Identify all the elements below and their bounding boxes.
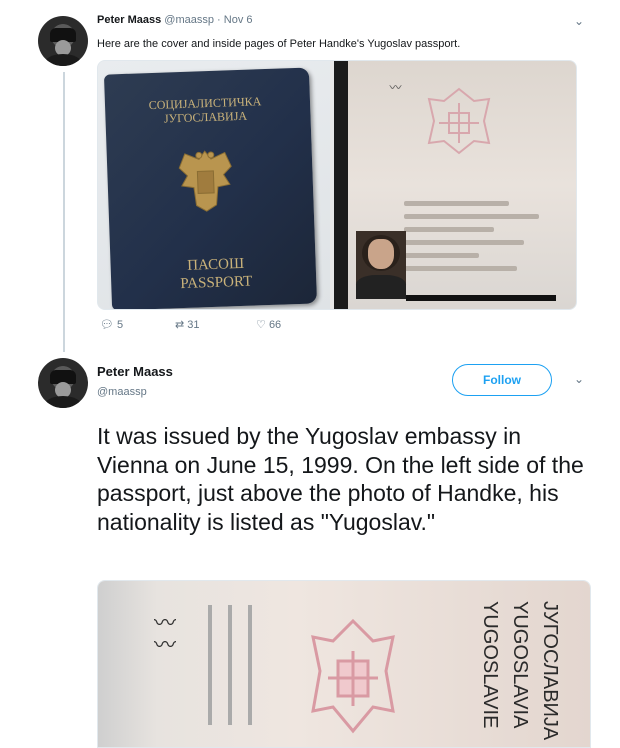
like-action[interactable]: ♡ 66 bbox=[256, 318, 281, 331]
author-handle[interactable]: @maassp bbox=[164, 14, 214, 26]
author-handle[interactable]: @maassp bbox=[97, 386, 147, 398]
tweet-media[interactable]: СОЦИЈАЛИСТИЧКА ЈУГОСЛАВИЈА ПАСОШ PASSPOR… bbox=[97, 60, 577, 310]
follow-button[interactable]: Follow bbox=[452, 364, 552, 396]
retweet-count: 31 bbox=[187, 319, 200, 331]
tweet-text: It was issued by the Yugoslav embassy in… bbox=[97, 423, 584, 535]
avatar-body bbox=[44, 396, 82, 408]
signature: 〰〰 bbox=[150, 611, 175, 655]
heart-icon: ♡ bbox=[256, 319, 266, 331]
chevron-down-icon[interactable]: ⌄ bbox=[574, 14, 584, 28]
tweet-media[interactable]: 〰〰 ЈУГОСЛАВИЈА YUGOSLAVIA YUGOSLAVIE bbox=[97, 580, 591, 748]
reply-count: 5 bbox=[117, 319, 124, 331]
like-count: 66 bbox=[268, 319, 282, 331]
author-name[interactable]: Peter Maass bbox=[97, 14, 161, 26]
passport-photo bbox=[356, 231, 406, 299]
country-name-cyrillic: ЈУГОСЛАВИЈА bbox=[539, 601, 561, 741]
passport-inside-image[interactable]: 〰 bbox=[334, 61, 576, 309]
seal-watermark-icon bbox=[427, 87, 491, 155]
chevron-down-icon[interactable]: ⌄ bbox=[574, 372, 584, 386]
passport-cover: СОЦИЈАЛИСТИЧКА ЈУГОСЛАВИЈА ПАСОШ PASSPOR… bbox=[103, 67, 318, 309]
seal-watermark-icon bbox=[311, 618, 395, 734]
reply-icon: 💬︎ bbox=[100, 319, 114, 331]
avatar[interactable] bbox=[38, 16, 88, 66]
tweet-header: Peter Maass @maassp · Nov 6 bbox=[97, 14, 253, 26]
country-name-french: YUGOSLAVIE bbox=[479, 601, 501, 729]
retweet-action[interactable]: ⇄ 31 bbox=[175, 318, 200, 331]
signature: 〰 bbox=[388, 81, 402, 93]
avatar-body bbox=[44, 54, 82, 66]
passport-cover-image[interactable]: СОЦИЈАЛИСТИЧКА ЈУГОСЛАВИЈА ПАСОШ PASSPOR… bbox=[98, 61, 330, 309]
country-name-latin: YUGOSLAVIA bbox=[509, 601, 531, 729]
retweet-icon: ⇄ bbox=[175, 319, 185, 331]
passport-data-rows bbox=[404, 201, 554, 291]
thread-line bbox=[63, 72, 65, 352]
author-name[interactable]: Peter Maass bbox=[97, 364, 173, 379]
redaction-bar bbox=[406, 295, 556, 301]
cover-passport-text: PASSPORT bbox=[180, 273, 253, 293]
reply-action[interactable]: 💬︎ 5 bbox=[100, 318, 123, 331]
passport-spine bbox=[334, 61, 348, 309]
cover-top-text: СОЦИЈАЛИСТИЧКА ЈУГОСЛАВИЈА bbox=[148, 94, 262, 126]
cover-bottom-text: ПАСОШ PASSPORT bbox=[140, 253, 291, 294]
avatar[interactable] bbox=[38, 358, 88, 408]
timestamp[interactable]: Nov 6 bbox=[224, 14, 253, 26]
eagle-emblem-icon bbox=[178, 150, 232, 212]
tweet-text: Here are the cover and inside pages of P… bbox=[97, 38, 461, 50]
separator-dot: · bbox=[217, 14, 221, 26]
